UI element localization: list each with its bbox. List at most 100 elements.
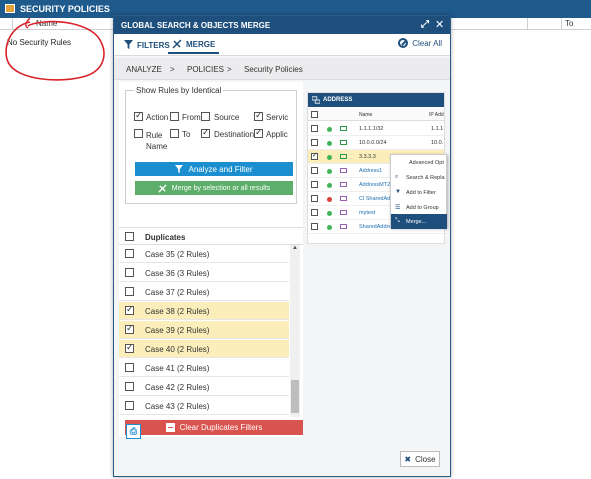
list-item[interactable]: Case 37 (2 Rules)	[119, 283, 289, 301]
row-checkbox[interactable]	[311, 125, 318, 132]
checkbox-source[interactable]	[201, 112, 210, 121]
menu-item-advanced[interactable]: Advanced Opt	[391, 155, 447, 170]
tab-merge[interactable]: MERGE	[168, 37, 220, 54]
menu-item-merge[interactable]: ⤡ Merge...	[391, 214, 447, 229]
export-icon[interactable]: ⎙	[126, 424, 141, 439]
list-icon: ☰	[395, 205, 401, 211]
checkbox-from[interactable]	[170, 112, 179, 121]
address-type-icon	[340, 210, 347, 215]
row-checkbox[interactable]	[125, 401, 134, 410]
option-from-label: From	[182, 113, 201, 122]
status-dot-icon	[327, 225, 332, 230]
row-checkbox[interactable]	[311, 223, 318, 230]
row-checkbox[interactable]	[125, 287, 134, 296]
row-checkbox[interactable]	[311, 167, 318, 174]
status-dot-icon	[327, 169, 332, 174]
checkbox-rule-name[interactable]	[134, 129, 143, 138]
list-item[interactable]: Case 35 (2 Rules)	[119, 245, 289, 263]
list-item[interactable]: Case 38 (2 Rules)	[119, 302, 289, 320]
scroll-thumb[interactable]	[291, 380, 299, 413]
column-to[interactable]: To	[565, 19, 573, 28]
dialog-title: GLOBAL SEARCH & OBJECTS MERGE	[121, 21, 271, 30]
address-col-ip[interactable]: IP Add	[429, 112, 444, 118]
address-type-icon	[340, 126, 347, 131]
clear-duplicates-button[interactable]: Clear Duplicates Filters	[125, 420, 303, 435]
close-icon[interactable]: ✕	[435, 18, 444, 31]
row-checkbox[interactable]	[125, 363, 134, 372]
breadcrumb-separator: >	[170, 65, 175, 74]
checkbox-destination[interactable]	[201, 127, 210, 138]
close-button[interactable]: ✖ Close	[400, 451, 440, 467]
list-item[interactable]: Case 36 (3 Rules)	[119, 264, 289, 282]
show-rules-legend: Show Rules by Identical	[134, 86, 224, 95]
menu-label: Add to Group	[406, 205, 439, 211]
row-checkbox[interactable]	[125, 249, 134, 258]
address-col-name[interactable]: Name	[359, 112, 372, 118]
clear-all-button[interactable]: Clear All	[398, 38, 442, 48]
column-separator	[561, 18, 562, 30]
expand-icon[interactable]: ⤢	[421, 19, 429, 30]
address-name: 10.0.0.0/24	[359, 140, 387, 146]
table-row[interactable]: 10.0.0.0/24 10.0.	[308, 136, 444, 150]
address-name[interactable]: SharedAddres	[359, 224, 394, 230]
address-name[interactable]: Cl SharedAdd	[359, 196, 393, 202]
table-row[interactable]: 1.1.1.1/32 1.1.1	[308, 122, 444, 136]
row-label: Case 37 (2 Rules)	[145, 288, 210, 297]
row-checkbox[interactable]	[311, 139, 318, 146]
filter-icon: ▼	[395, 189, 401, 195]
tab-filters[interactable]: FILTERS	[120, 37, 174, 54]
row-checkbox[interactable]	[125, 304, 134, 315]
menu-item-add-to-group[interactable]: ☰ Add to Group	[391, 200, 447, 215]
option-action-label: Action	[146, 113, 169, 122]
address-header: ADDRESS	[308, 93, 444, 107]
list-item[interactable]: Case 43 (2 Rules)	[119, 397, 289, 415]
row-checkbox[interactable]	[311, 209, 318, 216]
list-item[interactable]: Case 42 (2 Rules)	[119, 378, 289, 396]
dialog-titlebar: GLOBAL SEARCH & OBJECTS MERGE ⤢ ✕	[114, 16, 450, 34]
row-checkbox[interactable]	[125, 323, 134, 334]
breadcrumb-analyze[interactable]: ANALYZE	[126, 65, 162, 74]
address-select-all[interactable]	[311, 111, 318, 118]
menu-item-search-replace[interactable]: ⌕ Search & Repla	[391, 170, 447, 185]
row-checkbox[interactable]	[311, 181, 318, 188]
breadcrumb-security-policies: Security Policies	[244, 65, 303, 74]
row-checkbox[interactable]	[311, 151, 318, 160]
merge-selection-button[interactable]: Merge by selection or all results	[135, 181, 293, 195]
row-checkbox[interactable]	[125, 342, 134, 353]
list-item[interactable]: Case 41 (2 Rules)	[119, 359, 289, 377]
address-name[interactable]: Address1	[359, 168, 382, 174]
analyze-filter-button[interactable]: Analyze and Filter	[135, 162, 293, 176]
ban-icon	[398, 38, 409, 48]
option-to-label: To	[182, 130, 191, 139]
row-checkbox[interactable]	[125, 268, 134, 277]
annotation-circle	[5, 18, 105, 81]
tab-merge-label: MERGE	[186, 40, 216, 49]
row-checkbox[interactable]	[125, 382, 134, 391]
list-item[interactable]: Case 39 (2 Rules)	[119, 321, 289, 339]
checkbox-to[interactable]	[170, 129, 179, 138]
breadcrumb: ANALYZE > POLICIES > Security Policies	[114, 58, 450, 80]
select-all-checkbox[interactable]	[125, 232, 134, 241]
status-dot-icon	[327, 155, 332, 160]
scroll-up-icon[interactable]: ▲	[292, 245, 298, 251]
filter-icon	[124, 40, 133, 51]
page-title: SECURITY POLICIES	[20, 4, 110, 14]
breadcrumb-policies[interactable]: POLICIES	[187, 65, 224, 74]
clear-duplicates-label: Clear Duplicates Filters	[179, 423, 263, 432]
checkbox-application[interactable]	[254, 127, 263, 138]
address-type-icon	[340, 224, 347, 229]
merge-selection-label: Merge by selection or all results	[171, 184, 271, 192]
duplicates-header: Duplicates	[119, 227, 303, 245]
checkbox-action[interactable]	[134, 110, 143, 121]
menu-label: Advanced Opt	[409, 160, 444, 166]
address-name: 3.3.3.3	[359, 154, 376, 160]
breadcrumb-separator: >	[227, 65, 232, 74]
list-item[interactable]: Case 40 (2 Rules)	[119, 340, 289, 358]
checkbox-service[interactable]	[254, 110, 263, 121]
address-type-icon	[340, 196, 347, 201]
close-icon: ✖	[404, 454, 412, 464]
address-name[interactable]: AddressMT2	[359, 182, 390, 188]
menu-item-add-to-filter[interactable]: ▼ Add to Filter	[391, 185, 447, 200]
address-name[interactable]: mytest	[359, 210, 375, 216]
row-checkbox[interactable]	[311, 195, 318, 202]
